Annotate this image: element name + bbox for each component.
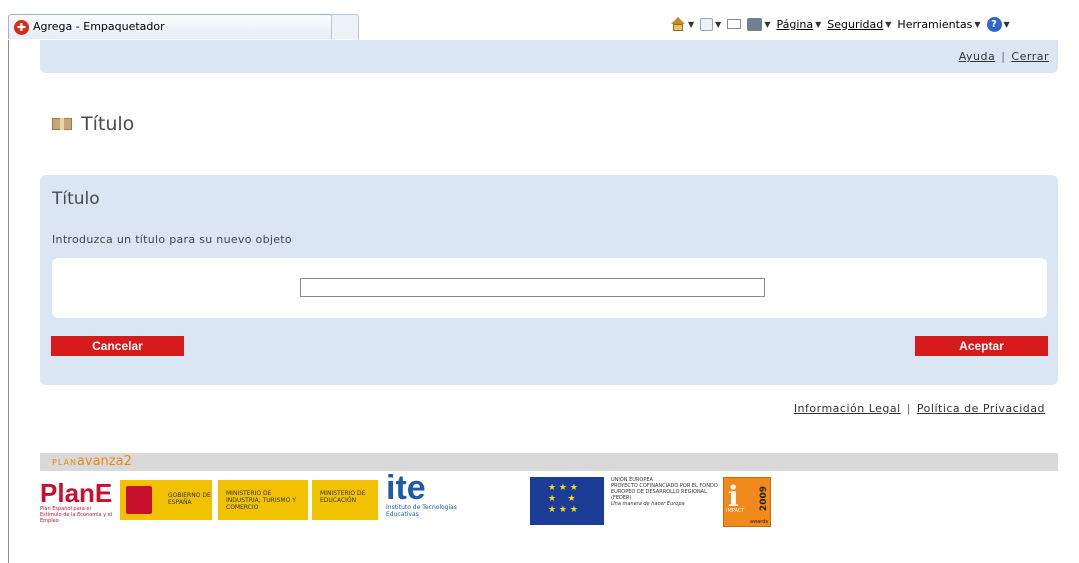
link-separator: |: [906, 402, 911, 415]
page-header: Título: [52, 113, 134, 135]
footer-bar: [40, 453, 1058, 471]
ministerio-industria-text: MINISTERIO DE INDUSTRIA, TURISMO Y COMER…: [226, 490, 296, 511]
chevron-down-icon: ▼: [974, 19, 981, 29]
help-icon: ?: [986, 16, 1002, 32]
help-link[interactable]: Ayuda: [959, 50, 995, 63]
form-title: Título: [52, 189, 100, 209]
chevron-down-icon: ▼: [688, 19, 695, 29]
ite-title: ite: [386, 469, 426, 507]
ite-subtitle: Instituto de Tecnologías Educativas: [386, 504, 457, 518]
eu-text: UNIÓN EUROPEA PROYECTO COFINANCIADO POR …: [611, 477, 721, 507]
printer-icon: [747, 17, 763, 31]
title-input[interactable]: [300, 278, 765, 297]
feeds-button[interactable]: ▼: [700, 17, 722, 31]
spain-coat-of-arms-icon: [126, 486, 152, 514]
eu-flag-logo: ★ ★ ★ ★ ★ ★ ★ ★: [530, 477, 604, 525]
eu-motto: Una manera de hacer Europa: [611, 501, 685, 507]
ministerio-industria-logo: MINISTERIO DE INDUSTRIA, TURISMO Y COMER…: [218, 480, 308, 520]
eu-stars-icon: ★ ★ ★ ★ ★ ★ ★ ★: [548, 483, 578, 515]
home-button[interactable]: ▼: [670, 17, 694, 31]
footer-links: Información Legal | Política de Privacidad: [794, 402, 1045, 415]
chevron-down-icon: ▼: [885, 19, 892, 29]
chevron-down-icon: ▼: [764, 19, 771, 29]
mail-icon: [727, 19, 742, 29]
plan-e-logo: PlanE Plan Español para el Estímulo de l…: [40, 480, 114, 526]
package-icon: [52, 118, 72, 130]
ministerio-educacion-logo: MINISTERIO DE EDUCACIÓN: [312, 480, 378, 520]
browser-toolbar: ✚ Agrega - Empaquetador ▼ ▼ ▼ Página ▼ Se…: [0, 0, 1079, 40]
chevron-down-icon: ▼: [815, 19, 822, 29]
help-menu[interactable]: ? ▼: [986, 16, 1010, 32]
plan-e-title: PlanE: [40, 478, 113, 508]
top-links: Ayuda | Cerrar: [959, 50, 1049, 63]
close-link[interactable]: Cerrar: [1011, 50, 1049, 63]
plan-avanza-logo: PLANavanza2: [52, 454, 132, 469]
form-description: Introduzca un título para su nuevo objet…: [52, 233, 292, 246]
gobierno-logo: GOBIERNO DE ESPAÑA: [120, 480, 212, 520]
plan-e-subtitle: Plan Español para el Estímulo de la Econ…: [40, 506, 113, 524]
security-menu-label: Seguridad: [827, 17, 884, 31]
accept-button[interactable]: Aceptar: [915, 336, 1048, 356]
link-separator: |: [1001, 50, 1006, 63]
tools-menu-label: Herramientas: [897, 17, 973, 31]
chevron-down-icon: ▼: [715, 19, 722, 29]
privacy-policy-link[interactable]: Política de Privacidad: [917, 402, 1045, 415]
window-left-border: [8, 40, 9, 563]
cancel-button[interactable]: Cancelar: [51, 336, 184, 356]
impact-awards-logo: i IMPACT 2009 awards: [723, 477, 771, 527]
rss-icon: [700, 17, 714, 31]
legal-info-link[interactable]: Información Legal: [794, 402, 901, 415]
eu-description: PROYECTO COFINANCIADO POR EL FONDO EUROP…: [611, 483, 718, 501]
page-menu-label: Página: [776, 17, 814, 31]
mail-button[interactable]: [727, 19, 742, 29]
gobierno-text: GOBIERNO DE ESPAÑA: [168, 492, 211, 506]
browser-tab-title: Agrega - Empaquetador: [33, 20, 165, 33]
page-title: Título: [81, 113, 135, 135]
ministerio-educacion-text: MINISTERIO DE EDUCACIÓN: [320, 490, 366, 504]
browser-tab[interactable]: ✚ Agrega - Empaquetador: [8, 14, 332, 39]
new-tab-button[interactable]: [331, 14, 359, 39]
impact-awards-text: awards: [750, 519, 768, 525]
home-icon: [670, 17, 686, 31]
security-menu[interactable]: Seguridad ▼: [827, 18, 891, 31]
ite-logo: ite Instituto de Tecnologías Educativas: [386, 469, 476, 522]
plan-avanza-prefix: PLAN: [52, 458, 77, 467]
plan-avanza-name: avanza2: [76, 454, 132, 469]
tools-menu[interactable]: Herramientas ▼: [897, 18, 980, 31]
page-menu[interactable]: Página ▼: [776, 18, 821, 31]
command-bar: ▼ ▼ ▼ Página ▼ Seguridad ▼ Herramientas ▼ ?…: [670, 14, 1010, 34]
agrega-favicon-icon: ✚: [14, 20, 29, 35]
chevron-down-icon: ▼: [1003, 19, 1010, 29]
print-button[interactable]: ▼: [747, 17, 771, 31]
impact-tag: IMPACT: [726, 508, 745, 514]
impact-year: 2009: [759, 486, 769, 512]
top-bar: [40, 40, 1058, 73]
